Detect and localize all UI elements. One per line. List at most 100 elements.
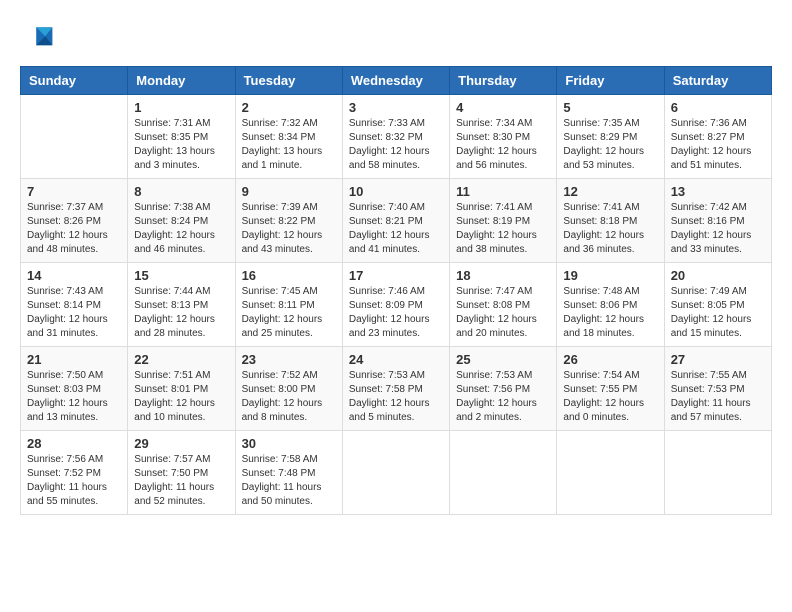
day-info: Sunrise: 7:44 AM Sunset: 8:13 PM Dayligh…: [134, 285, 228, 341]
calendar-cell: 11 Sunrise: 7:41 AM Sunset: 8:19 PM Dayli…: [450, 179, 557, 263]
day-header-friday: Friday: [557, 67, 664, 95]
calendar-cell: 2 Sunrise: 7:32 AM Sunset: 8:34 PM Daylig…: [235, 95, 342, 179]
day-info: Sunrise: 7:55 AM Sunset: 7:53 PM Dayligh…: [671, 369, 765, 425]
calendar-table: SundayMondayTuesdayWednesdayThursdayFrid…: [20, 66, 772, 515]
calendar-cell: 18 Sunrise: 7:47 AM Sunset: 8:08 PM Dayli…: [450, 263, 557, 347]
calendar-cell: 4 Sunrise: 7:34 AM Sunset: 8:30 PM Daylig…: [450, 95, 557, 179]
day-info: Sunrise: 7:53 AM Sunset: 7:56 PM Dayligh…: [456, 369, 550, 425]
calendar-cell: 20Sunrise: 7:49 AM Sunset: 8:05 PM Dayli…: [664, 263, 771, 347]
day-number: 26: [563, 352, 657, 367]
day-number: 15: [134, 268, 228, 283]
day-info: Sunrise: 7:40 AM Sunset: 8:21 PM Dayligh…: [349, 201, 443, 257]
calendar-cell: 8 Sunrise: 7:38 AM Sunset: 8:24 PM Daylig…: [128, 179, 235, 263]
day-info: Sunrise: 7:42 AM Sunset: 8:16 PM Dayligh…: [671, 201, 765, 257]
calendar-cell: [664, 431, 771, 515]
day-info: Sunrise: 7:37 AM Sunset: 8:26 PM Dayligh…: [27, 201, 121, 257]
day-header-thursday: Thursday: [450, 67, 557, 95]
day-number: 4: [456, 100, 550, 115]
calendar-cell: 23 Sunrise: 7:52 AM Sunset: 8:00 PM Dayli…: [235, 347, 342, 431]
calendar-week-3: 14 Sunrise: 7:43 AM Sunset: 8:14 PM Dayli…: [21, 263, 772, 347]
calendar-cell: 15 Sunrise: 7:44 AM Sunset: 8:13 PM Dayli…: [128, 263, 235, 347]
day-info: Sunrise: 7:47 AM Sunset: 8:08 PM Dayligh…: [456, 285, 550, 341]
calendar-cell: 9Sunrise: 7:39 AM Sunset: 8:22 PM Daylig…: [235, 179, 342, 263]
day-header-monday: Monday: [128, 67, 235, 95]
day-number: 29: [134, 436, 228, 451]
calendar-week-2: 7 Sunrise: 7:37 AM Sunset: 8:26 PM Daylig…: [21, 179, 772, 263]
day-number: 22: [134, 352, 228, 367]
day-info: Sunrise: 7:53 AM Sunset: 7:58 PM Dayligh…: [349, 369, 443, 425]
day-number: 7: [27, 184, 121, 199]
calendar-week-1: 1Sunrise: 7:31 AM Sunset: 8:35 PM Daylig…: [21, 95, 772, 179]
calendar-cell: 25 Sunrise: 7:53 AM Sunset: 7:56 PM Dayli…: [450, 347, 557, 431]
day-number: 27: [671, 352, 765, 367]
logo-icon: [20, 20, 56, 56]
day-number: 30: [242, 436, 336, 451]
day-number: 1: [134, 100, 228, 115]
day-number: 19: [563, 268, 657, 283]
day-number: 6: [671, 100, 765, 115]
calendar-cell: 10 Sunrise: 7:40 AM Sunset: 8:21 PM Dayli…: [342, 179, 449, 263]
calendar-cell: [342, 431, 449, 515]
day-number: 2: [242, 100, 336, 115]
calendar-cell: [21, 95, 128, 179]
calendar-cell: 14 Sunrise: 7:43 AM Sunset: 8:14 PM Dayli…: [21, 263, 128, 347]
day-info: Sunrise: 7:56 AM Sunset: 7:52 PM Dayligh…: [27, 453, 121, 509]
day-info: Sunrise: 7:39 AM Sunset: 8:22 PM Dayligh…: [242, 201, 336, 257]
calendar-cell: 7 Sunrise: 7:37 AM Sunset: 8:26 PM Daylig…: [21, 179, 128, 263]
day-number: 17: [349, 268, 443, 283]
page-header: [20, 20, 772, 56]
day-info: Sunrise: 7:57 AM Sunset: 7:50 PM Dayligh…: [134, 453, 228, 509]
day-info: Sunrise: 7:54 AM Sunset: 7:55 PM Dayligh…: [563, 369, 657, 425]
day-number: 23: [242, 352, 336, 367]
calendar-cell: 5Sunrise: 7:35 AM Sunset: 8:29 PM Daylig…: [557, 95, 664, 179]
day-number: 12: [563, 184, 657, 199]
calendar-cell: 1Sunrise: 7:31 AM Sunset: 8:35 PM Daylig…: [128, 95, 235, 179]
day-info: Sunrise: 7:51 AM Sunset: 8:01 PM Dayligh…: [134, 369, 228, 425]
calendar-cell: 30 Sunrise: 7:58 AM Sunset: 7:48 PM Dayli…: [235, 431, 342, 515]
calendar-cell: 24Sunrise: 7:53 AM Sunset: 7:58 PM Dayli…: [342, 347, 449, 431]
day-number: 16: [242, 268, 336, 283]
calendar-cell: 12 Sunrise: 7:41 AM Sunset: 8:18 PM Dayli…: [557, 179, 664, 263]
day-header-sunday: Sunday: [21, 67, 128, 95]
calendar-cell: 29 Sunrise: 7:57 AM Sunset: 7:50 PM Dayli…: [128, 431, 235, 515]
day-number: 20: [671, 268, 765, 283]
day-number: 25: [456, 352, 550, 367]
calendar-cell: 27 Sunrise: 7:55 AM Sunset: 7:53 PM Dayli…: [664, 347, 771, 431]
day-info: Sunrise: 7:43 AM Sunset: 8:14 PM Dayligh…: [27, 285, 121, 341]
day-number: 28: [27, 436, 121, 451]
day-info: Sunrise: 7:34 AM Sunset: 8:30 PM Dayligh…: [456, 117, 550, 173]
day-info: Sunrise: 7:41 AM Sunset: 8:18 PM Dayligh…: [563, 201, 657, 257]
day-info: Sunrise: 7:32 AM Sunset: 8:34 PM Dayligh…: [242, 117, 336, 173]
calendar-cell: 21 Sunrise: 7:50 AM Sunset: 8:03 PM Dayli…: [21, 347, 128, 431]
day-number: 18: [456, 268, 550, 283]
day-info: Sunrise: 7:33 AM Sunset: 8:32 PM Dayligh…: [349, 117, 443, 173]
day-number: 21: [27, 352, 121, 367]
logo: [20, 20, 62, 56]
day-info: Sunrise: 7:58 AM Sunset: 7:48 PM Dayligh…: [242, 453, 336, 509]
calendar-cell: 17 Sunrise: 7:46 AM Sunset: 8:09 PM Dayli…: [342, 263, 449, 347]
day-info: Sunrise: 7:41 AM Sunset: 8:19 PM Dayligh…: [456, 201, 550, 257]
day-number: 11: [456, 184, 550, 199]
calendar-week-5: 28 Sunrise: 7:56 AM Sunset: 7:52 PM Dayli…: [21, 431, 772, 515]
day-number: 3: [349, 100, 443, 115]
day-info: Sunrise: 7:46 AM Sunset: 8:09 PM Dayligh…: [349, 285, 443, 341]
calendar-cell: [557, 431, 664, 515]
day-info: Sunrise: 7:45 AM Sunset: 8:11 PM Dayligh…: [242, 285, 336, 341]
calendar-cell: 6Sunrise: 7:36 AM Sunset: 8:27 PM Daylig…: [664, 95, 771, 179]
calendar-cell: 22 Sunrise: 7:51 AM Sunset: 8:01 PM Dayli…: [128, 347, 235, 431]
day-number: 8: [134, 184, 228, 199]
day-info: Sunrise: 7:50 AM Sunset: 8:03 PM Dayligh…: [27, 369, 121, 425]
calendar-cell: [450, 431, 557, 515]
day-header-wednesday: Wednesday: [342, 67, 449, 95]
day-info: Sunrise: 7:48 AM Sunset: 8:06 PM Dayligh…: [563, 285, 657, 341]
calendar-cell: 19 Sunrise: 7:48 AM Sunset: 8:06 PM Dayli…: [557, 263, 664, 347]
day-number: 10: [349, 184, 443, 199]
day-info: Sunrise: 7:38 AM Sunset: 8:24 PM Dayligh…: [134, 201, 228, 257]
day-info: Sunrise: 7:52 AM Sunset: 8:00 PM Dayligh…: [242, 369, 336, 425]
day-header-tuesday: Tuesday: [235, 67, 342, 95]
day-header-saturday: Saturday: [664, 67, 771, 95]
calendar-cell: 16 Sunrise: 7:45 AM Sunset: 8:11 PM Dayli…: [235, 263, 342, 347]
day-number: 14: [27, 268, 121, 283]
calendar-week-4: 21 Sunrise: 7:50 AM Sunset: 8:03 PM Dayli…: [21, 347, 772, 431]
calendar-header-row: SundayMondayTuesdayWednesdayThursdayFrid…: [21, 67, 772, 95]
